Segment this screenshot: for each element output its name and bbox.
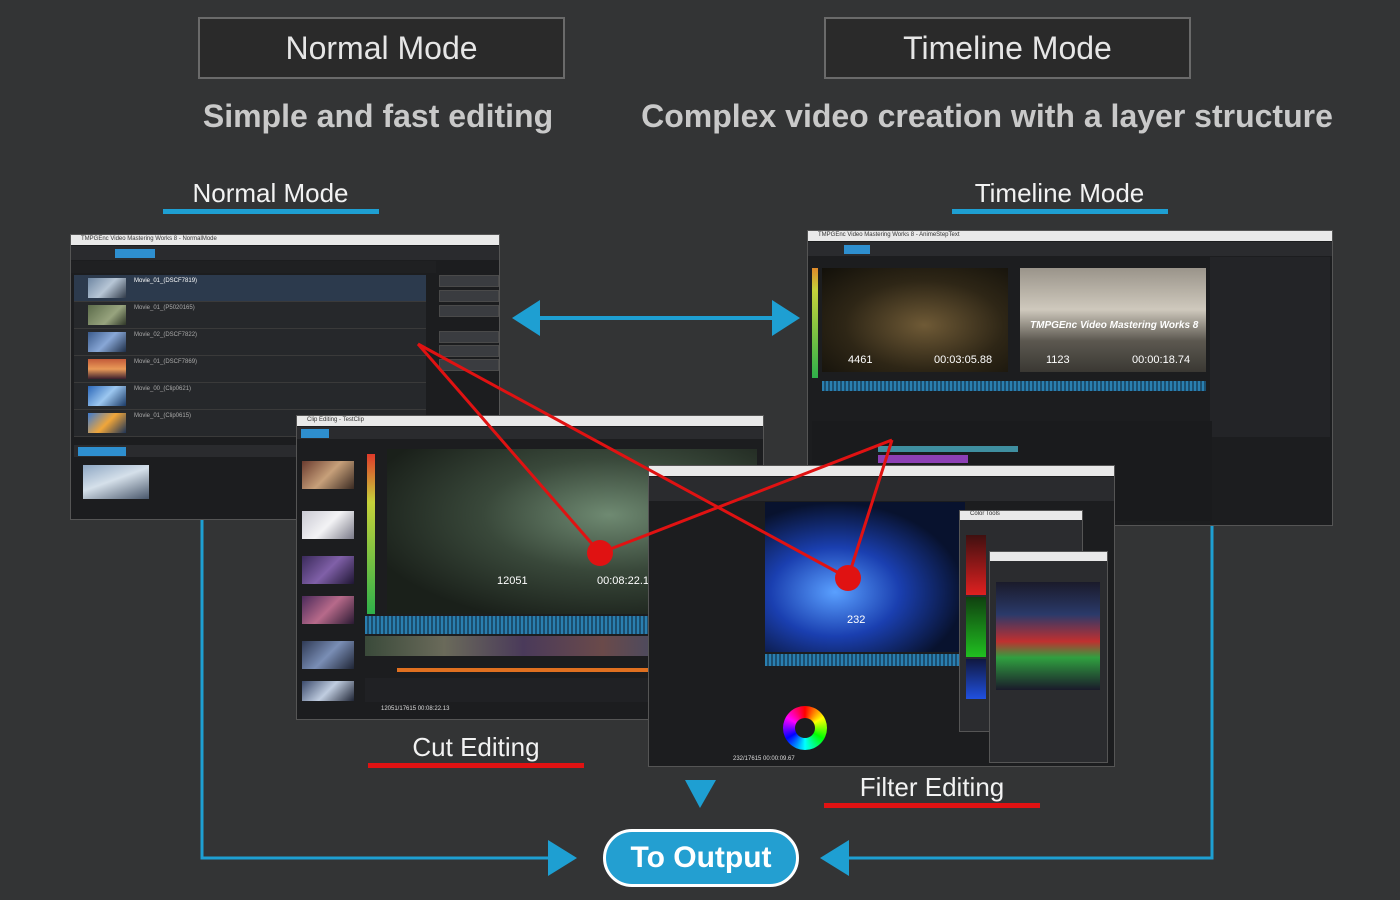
filter-editing-underline (824, 803, 1040, 808)
to-output-label: To Output (630, 841, 772, 874)
to-output-button[interactable]: To Output (603, 829, 799, 887)
filter-point-marker (835, 565, 861, 591)
cut-editing-underline (368, 763, 584, 768)
pointer-lines (416, 342, 894, 591)
filter-editing-label: Filter Editing (859, 772, 1005, 802)
cut-editing-label: Cut Editing (412, 732, 540, 762)
cut-point-marker (587, 540, 613, 566)
